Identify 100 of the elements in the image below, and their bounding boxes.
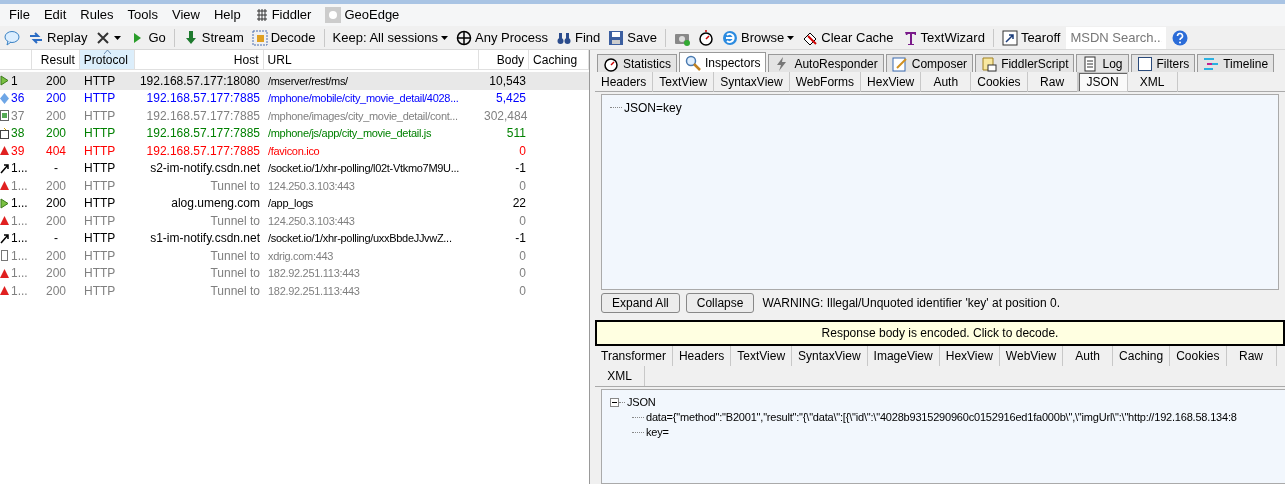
tree-node[interactable]: data={"method":"B2001","result":"{\"data\":[{\"id\":\"4028b9315290960c0152916ed1fa000b\",\"imgUrl\":\"http://192.168.58.134:8 <box>646 409 1237 426</box>
table-cell-text: 200 <box>45 72 67 90</box>
collapse-icon[interactable] <box>610 398 619 407</box>
sort-caret-icon <box>103 50 111 54</box>
tab[interactable]: Raw <box>1226 346 1277 366</box>
toolbar-button[interactable]: Collapse <box>685 293 755 313</box>
tab[interactable]: Caching <box>1113 346 1171 366</box>
tab[interactable]: XML <box>595 366 645 386</box>
tab[interactable]: ImageView <box>867 346 940 366</box>
session-row[interactable]: 38 200 HTTP 192.168.57.177:7885 /mphone/js/app/city_movie_detail.js 511 <box>0 124 589 142</box>
toolbar-button[interactable]: Any Process <box>454 26 551 49</box>
tab[interactable]: Headers <box>595 72 654 92</box>
warning-icon <box>0 215 9 227</box>
play-icon <box>0 75 9 87</box>
toolbar-button[interactable]: Keep: All sessions <box>330 26 451 49</box>
table-cell-text: alog.umeng.com <box>170 195 261 213</box>
tree-node[interactable]: JSON=key <box>624 98 682 117</box>
tab[interactable]: Headers <box>672 346 732 366</box>
tab[interactable]: Timeline <box>1197 54 1275 72</box>
tab[interactable]: SyntaxView <box>792 346 868 366</box>
column-header[interactable]: URL <box>263 50 480 69</box>
tree-node[interactable]: JSON <box>627 394 656 411</box>
menu-item[interactable]: File <box>2 5 37 25</box>
menu-item[interactable]: Help <box>206 5 248 25</box>
toolbar-button[interactable]: TextWizard <box>899 26 987 49</box>
session-row[interactable]: 1 200 HTTP 192.168.57.177:18080 /mserver/rest/ms/ 10,543 <box>0 72 589 90</box>
table-cell-text: HTTP <box>83 212 117 230</box>
tab[interactable]: TextView <box>653 72 715 92</box>
tab[interactable]: FiddlerScript <box>975 54 1075 72</box>
table-cell-text: HTTP <box>83 160 117 178</box>
toolbar-button[interactable]: Go <box>127 26 168 49</box>
toolbar-button[interactable]: Tearoff <box>999 26 1063 49</box>
tab[interactable]: JSON <box>1077 72 1128 92</box>
tab[interactable]: TextView <box>731 346 793 366</box>
search-field[interactable]: MSDN Search... <box>1066 26 1167 49</box>
table-cell-text: 302,484 <box>483 107 529 125</box>
column-header[interactable]: Caching <box>529 50 589 69</box>
tab[interactable]: HexView <box>861 72 922 92</box>
toolbar-button[interactable]: Replay <box>26 26 90 49</box>
menu-item[interactable]: Fiddler <box>247 5 319 25</box>
tab[interactable]: HexView <box>939 346 1000 366</box>
menu-item[interactable]: View <box>164 5 207 25</box>
table-cell-text: HTTP <box>83 247 117 265</box>
column-header[interactable]: Protocol <box>79 50 135 69</box>
session-row[interactable]: 1... 200 HTTP Tunnel to 124.250.3.103:443 0 <box>0 212 589 230</box>
table-cell-text: -1 <box>514 160 527 178</box>
tab[interactable]: Transformer <box>595 346 673 366</box>
table-cell-text: 0 <box>518 212 527 230</box>
column-header[interactable]: Result <box>31 50 80 69</box>
session-row[interactable]: 1... 200 HTTP alog.umeng.com /app_logs 22 <box>0 194 589 212</box>
tab[interactable]: Inspectors <box>679 52 767 72</box>
tab[interactable]: Composer <box>885 54 974 72</box>
menu-item[interactable]: Rules <box>73 5 121 25</box>
toolbar-button[interactable]: Stream <box>180 26 246 49</box>
tab[interactable]: Statistics <box>597 54 677 72</box>
table-cell-text: s1-im-notify.csdn.net <box>149 230 261 248</box>
session-number: 1... <box>10 160 28 178</box>
session-row[interactable]: 37 200 HTTP 192.168.57.177:7885 /mphone/images/city_movie_detail/cont... 302,484 <box>0 107 589 125</box>
tab[interactable]: Cookies <box>1170 346 1227 366</box>
session-row[interactable]: 1... 200 HTTP Tunnel to 124.250.3.103:443 0 <box>0 177 589 195</box>
column-header[interactable]: Host <box>134 50 264 69</box>
session-row[interactable]: 1... 200 HTTP Tunnel to 182.92.251.113:443 0 <box>0 264 589 282</box>
session-row[interactable]: 1... - HTTP s2-im-notify.csdn.net /socket.io/1/xhr-polling/l02t-Vtkmo7M9U... -1 <box>0 159 589 177</box>
arrow-icon <box>0 162 9 174</box>
tree-node[interactable]: key= <box>646 424 669 441</box>
toolbar-button[interactable]: Clear Cache <box>800 26 896 49</box>
table-cell-text: 192.168.57.177:7885 <box>145 107 261 125</box>
speech-bubble-icon <box>4 29 20 46</box>
column-header[interactable]: Body <box>479 50 530 69</box>
decode-notice[interactable]: Response body is encoded. Click to decode. <box>821 326 1059 340</box>
toolbar-button[interactable]: Save <box>606 26 659 49</box>
table-cell-text: 0 <box>518 177 527 195</box>
toolbar-button[interactable]: Decode <box>249 26 318 49</box>
caret-icon <box>787 35 795 40</box>
tab[interactable]: Raw <box>1027 72 1078 92</box>
session-row[interactable]: 39 404 HTTP 192.168.57.177:7885 /favicon.ico 0 <box>0 142 589 160</box>
table-cell-text: 22 <box>511 195 527 213</box>
checkbox-icon <box>1136 55 1153 72</box>
tab[interactable]: WebForms <box>789 72 862 92</box>
menu-item[interactable]: Tools <box>120 5 165 25</box>
tab[interactable]: Auth <box>921 72 972 92</box>
tab[interactable]: Cookies <box>971 72 1028 92</box>
session-row[interactable]: 1... 200 HTTP Tunnel to xdrig.com:443 0 <box>0 247 589 265</box>
tab[interactable]: XML <box>1127 72 1178 92</box>
table-cell-text: - <box>53 230 59 248</box>
menu-item[interactable]: Edit <box>36 5 74 25</box>
tab[interactable]: Auth <box>1063 346 1114 366</box>
tab[interactable]: Log <box>1076 54 1129 72</box>
tab[interactable]: AutoResponder <box>768 54 884 72</box>
session-row[interactable]: 1... 200 HTTP Tunnel to 182.92.251.113:443 0 <box>0 282 589 300</box>
menu-item[interactable]: GeoEdge <box>318 5 407 25</box>
tab[interactable]: WebView <box>999 346 1064 366</box>
toolbar-button[interactable]: Browse <box>719 26 797 49</box>
toolbar-button[interactable]: Find <box>554 26 603 49</box>
session-row[interactable]: 36 200 HTTP 192.168.57.177:7885 /mphone/mobile/city_movie_detail/4028... 5,425 <box>0 89 589 107</box>
tab[interactable]: Filters <box>1130 54 1196 72</box>
table-cell-text: 200 <box>45 282 67 300</box>
tab[interactable]: SyntaxView <box>714 72 790 92</box>
toolbar-button[interactable]: Expand All <box>601 293 680 313</box>
session-row[interactable]: 1... - HTTP s1-im-notify.csdn.net /socket.io/1/xhr-polling/uxxBbdeJJvwZ... -1 <box>0 229 589 247</box>
